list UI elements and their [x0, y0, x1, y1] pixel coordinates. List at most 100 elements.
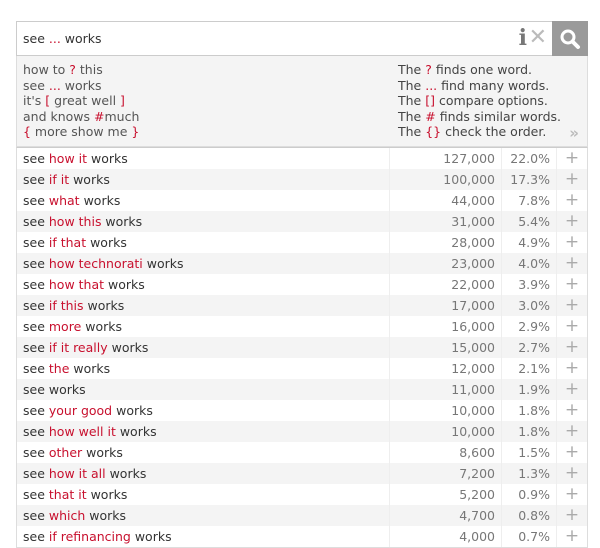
result-phrase: see how well it works: [17, 421, 390, 442]
info-icon[interactable]: i: [519, 25, 527, 51]
highlighted-text: how this: [48, 214, 102, 229]
result-phrase: see what works: [17, 190, 390, 211]
highlighted-text: what: [48, 193, 80, 208]
example-query[interactable]: see ... works: [23, 78, 139, 94]
plus-icon[interactable]: +: [557, 400, 587, 421]
text: this: [75, 62, 103, 77]
example-query[interactable]: how to ? this: [23, 62, 139, 78]
text: works: [130, 529, 172, 544]
plus-icon[interactable]: +: [557, 274, 587, 295]
example-query[interactable]: it's [ great well ]: [23, 93, 139, 109]
plus-icon[interactable]: +: [557, 421, 587, 442]
text: The: [398, 124, 426, 139]
result-row[interactable]: see how technorati works 23,000 4.0% +: [17, 253, 587, 274]
highlighted-text: if that: [48, 235, 87, 250]
result-row[interactable]: see how that works 22,000 3.9% +: [17, 274, 587, 295]
plus-icon[interactable]: +: [557, 148, 587, 169]
plus-icon[interactable]: +: [557, 337, 587, 358]
result-phrase: see if it really works: [17, 337, 390, 358]
text: works: [86, 235, 127, 250]
plus-icon[interactable]: +: [557, 358, 587, 379]
plus-icon[interactable]: +: [557, 190, 587, 211]
text: find many words.: [437, 77, 550, 93]
result-phrase: see how this works: [17, 211, 390, 232]
result-row[interactable]: see how it works 127,000 22.0% +: [17, 148, 587, 169]
result-count: 11,000: [390, 379, 502, 400]
result-row[interactable]: see if it really works 15,000 2.7% +: [17, 337, 587, 358]
search-button[interactable]: [552, 21, 588, 56]
operator-explanations: The ? finds one word. The ... find many w…: [398, 62, 561, 140]
text: see: [23, 172, 49, 187]
plus-icon[interactable]: +: [557, 484, 587, 505]
plus-icon[interactable]: +: [557, 295, 587, 316]
search-input[interactable]: see ... works: [23, 31, 102, 46]
more-button[interactable]: »: [569, 125, 579, 142]
result-percent: 0.8%: [502, 505, 557, 526]
result-count: 22,000: [390, 274, 502, 295]
plus-icon[interactable]: +: [557, 316, 587, 337]
highlighted-text: how that: [48, 277, 105, 292]
result-count: 10,000: [390, 421, 502, 442]
result-row[interactable]: see the works 12,000 2.1% +: [17, 358, 587, 379]
result-row[interactable]: see more works 16,000 2.9% +: [17, 316, 587, 337]
text: see works: [23, 382, 86, 397]
text: works: [79, 193, 121, 208]
result-row[interactable]: see how well it works 10,000 1.8% +: [17, 421, 587, 442]
result-percent: 0.9%: [502, 484, 557, 505]
result-row[interactable]: see how it all works 7,200 1.3% +: [17, 463, 587, 484]
plus-icon[interactable]: +: [557, 526, 587, 547]
highlighted-text: how well it: [48, 424, 116, 439]
highlighted-text: your good: [48, 403, 113, 418]
highlighted-text: that it: [48, 487, 87, 502]
result-percent: 1.3%: [502, 463, 557, 484]
text: works: [69, 172, 110, 187]
result-row[interactable]: see what works 44,000 7.8% +: [17, 190, 587, 211]
result-phrase: see if refinancing works: [17, 526, 390, 547]
text: and knows: [23, 108, 95, 124]
result-row[interactable]: see your good works 10,000 1.8% +: [17, 400, 587, 421]
example-query[interactable]: and knows #much: [23, 109, 139, 125]
result-percent: 2.1%: [502, 358, 557, 379]
search-icon: [560, 29, 580, 49]
highlighted-text: #: [94, 108, 105, 124]
result-row[interactable]: see works 11,000 1.9% +: [17, 379, 587, 400]
result-percent: 1.9%: [502, 379, 557, 400]
text: see: [23, 31, 49, 46]
example-query[interactable]: { more show me }: [23, 124, 139, 140]
plus-icon[interactable]: +: [557, 442, 587, 463]
result-count: 23,000: [390, 253, 502, 274]
plus-icon[interactable]: +: [557, 211, 587, 232]
result-row[interactable]: see how this works 31,000 5.4% +: [17, 211, 587, 232]
highlighted-text: how it: [48, 151, 88, 166]
search-bar: see ... works i ✕: [16, 21, 588, 56]
plus-icon[interactable]: +: [557, 505, 587, 526]
text: check the order.: [441, 124, 547, 139]
result-percent: 1.8%: [502, 421, 557, 442]
result-row[interactable]: see if it works 100,000 17.3% +: [17, 169, 587, 190]
plus-icon[interactable]: +: [557, 253, 587, 274]
result-row[interactable]: see if this works 17,000 3.0% +: [17, 295, 587, 316]
result-row[interactable]: see if that works 28,000 4.9% +: [17, 232, 587, 253]
text: how to: [23, 62, 70, 77]
text: works: [142, 256, 184, 271]
close-icon[interactable]: ✕: [529, 25, 547, 50]
highlighted-text: the: [48, 361, 70, 376]
text: works: [105, 466, 147, 481]
highlighted-text: more: [48, 319, 82, 334]
result-row[interactable]: see other works 8,600 1.5% +: [17, 442, 587, 463]
plus-icon[interactable]: +: [557, 463, 587, 484]
result-row[interactable]: see if refinancing works 4,000 0.7% +: [17, 526, 587, 547]
result-row[interactable]: see that it works 5,200 0.9% +: [17, 484, 587, 505]
text: finds one word.: [431, 62, 532, 77]
text: great well: [50, 93, 121, 108]
result-percent: 1.8%: [502, 400, 557, 421]
result-phrase: see works: [17, 379, 390, 400]
plus-icon[interactable]: +: [557, 379, 587, 400]
plus-icon[interactable]: +: [557, 169, 587, 190]
plus-icon[interactable]: +: [557, 232, 587, 253]
result-row[interactable]: see which works 4,700 0.8% +: [17, 505, 587, 526]
text: more show me: [30, 124, 132, 139]
text: works: [104, 277, 145, 292]
text: see: [23, 319, 49, 334]
text: works: [87, 151, 128, 166]
